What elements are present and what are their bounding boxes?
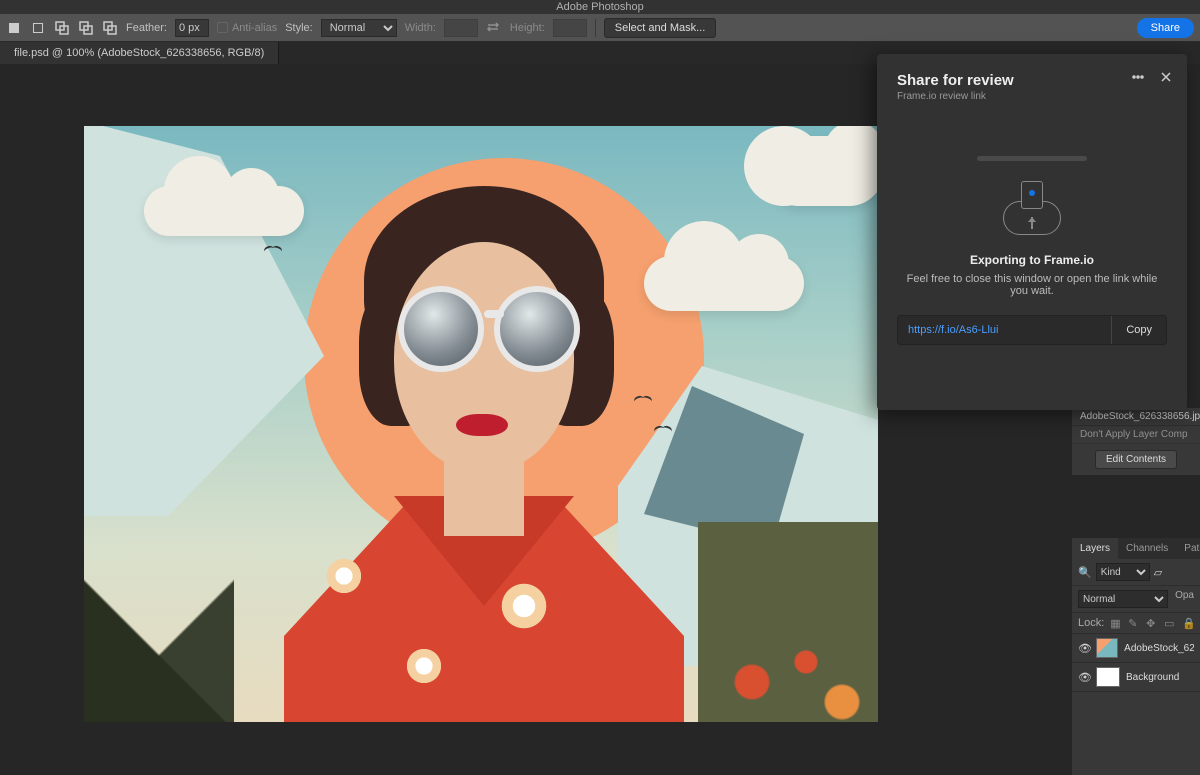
tab-channels[interactable]: Channels <box>1118 538 1176 559</box>
layer-row[interactable]: 👁 AdobeStock_626 <box>1072 634 1200 663</box>
add-selection-icon[interactable] <box>54 20 70 36</box>
new-selection-icon[interactable] <box>30 20 46 36</box>
width-input <box>444 19 478 37</box>
share-link-row: https://f.io/As6-Llui Copy <box>897 315 1167 345</box>
close-icon[interactable] <box>1159 70 1173 84</box>
visibility-icon[interactable]: 👁 <box>1078 642 1090 654</box>
layer-row[interactable]: 👁 Background <box>1072 663 1200 692</box>
antialias-label: Anti-alias <box>232 22 277 34</box>
kind-filter[interactable]: Kind <box>1096 563 1150 581</box>
intersect-selection-icon[interactable] <box>102 20 118 36</box>
share-button[interactable]: Share <box>1137 18 1194 38</box>
share-review-panel: Share for review Frame.io review link Ex… <box>877 54 1187 410</box>
properties-panel: AdobeStock_626338656.jpeg Don't Apply La… <box>1072 408 1200 475</box>
layer-thumbnail[interactable] <box>1096 638 1118 658</box>
opacity-label: Opa <box>1175 590 1194 608</box>
visibility-icon[interactable]: 👁 <box>1078 671 1090 683</box>
options-bar: Feather: Anti-alias Style: Normal Width:… <box>0 14 1200 42</box>
layer-thumbnail[interactable] <box>1096 667 1120 687</box>
share-panel-subtitle: Frame.io review link <box>897 91 1167 102</box>
marquee-tool-icon[interactable] <box>6 20 22 36</box>
layers-panel: Layers Channels Paths 🔍 Kind ▱ Normal Op… <box>1072 538 1200 775</box>
antialias-checkbox <box>217 22 228 33</box>
feather-label: Feather: <box>126 22 167 34</box>
export-message: Feel free to close this window or open t… <box>897 273 1167 297</box>
layer-comp-select[interactable]: Don't Apply Layer Comp <box>1080 429 1188 440</box>
export-progress-bar <box>977 156 1087 161</box>
cloud-upload-icon <box>1003 181 1061 235</box>
feather-input[interactable] <box>175 19 209 37</box>
copy-link-button[interactable]: Copy <box>1111 316 1166 344</box>
layer-name[interactable]: Background <box>1126 672 1179 683</box>
more-options-icon[interactable] <box>1131 70 1145 84</box>
lock-transparency-icon[interactable]: ▦ <box>1110 617 1122 629</box>
document-tab[interactable]: file.psd @ 100% (AdobeStock_626338656, R… <box>0 42 279 64</box>
share-url[interactable]: https://f.io/As6-Llui <box>898 316 1111 344</box>
lock-artboard-icon[interactable]: ▭ <box>1164 617 1176 629</box>
linked-file-name: AdobeStock_626338656.jpeg <box>1080 411 1200 422</box>
height-input <box>553 19 587 37</box>
style-label: Style: <box>285 22 313 34</box>
export-heading: Exporting to Frame.io <box>897 253 1167 267</box>
lock-pixels-icon[interactable]: ✎ <box>1128 617 1140 629</box>
subtract-selection-icon[interactable] <box>78 20 94 36</box>
lock-label: Lock: <box>1078 617 1104 629</box>
edit-contents-button[interactable]: Edit Contents <box>1095 450 1177 469</box>
layer-name[interactable]: AdobeStock_626 <box>1124 643 1194 654</box>
height-label: Height: <box>510 22 545 34</box>
tab-layers[interactable]: Layers <box>1072 538 1118 559</box>
share-panel-title: Share for review <box>897 72 1167 89</box>
canvas-image[interactable] <box>84 126 878 722</box>
lock-all-icon[interactable]: 🔒 <box>1182 617 1194 629</box>
filter-icon[interactable]: 🔍 <box>1078 566 1092 579</box>
select-and-mask-button[interactable]: Select and Mask... <box>604 18 717 38</box>
blend-mode-select[interactable]: Normal <box>1078 590 1168 608</box>
app-titlebar: Adobe Photoshop <box>0 0 1200 14</box>
width-label: Width: <box>405 22 436 34</box>
style-select[interactable]: Normal <box>321 19 397 37</box>
swap-dimensions-icon <box>486 20 502 36</box>
lock-position-icon[interactable]: ✥ <box>1146 617 1158 629</box>
filter-pixel-icon[interactable]: ▱ <box>1154 566 1162 579</box>
tab-paths[interactable]: Paths <box>1176 538 1200 559</box>
